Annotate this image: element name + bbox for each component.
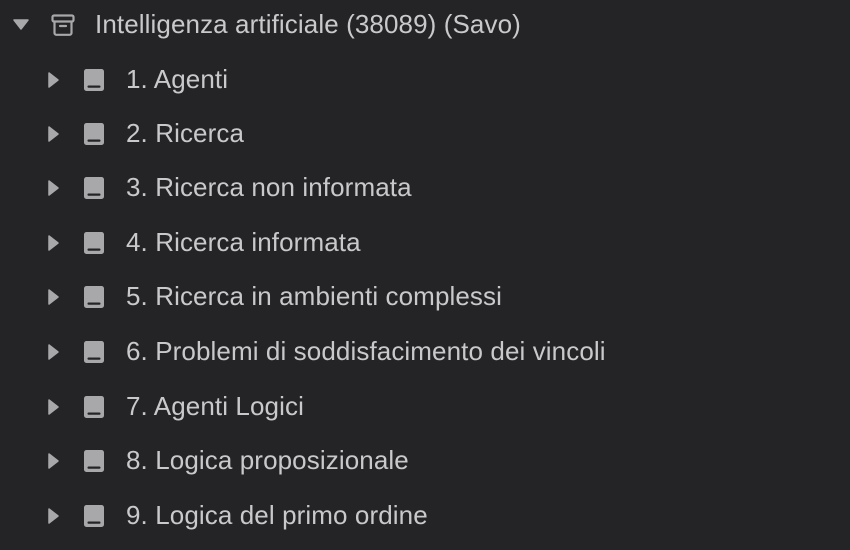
book-icon [81, 394, 107, 420]
tree-item-3[interactable]: 3. Ricerca non informata [0, 161, 850, 215]
book-icon [81, 230, 107, 256]
tree-item-1[interactable]: 1. Agenti [0, 53, 850, 107]
tree-item-9[interactable]: 9. Logica del primo ordine [0, 489, 850, 543]
chevron-right-icon[interactable] [43, 287, 63, 307]
tree-item-label: 2. Ricerca [126, 118, 245, 148]
tree-item-label: 7. Agenti Logici [126, 391, 304, 421]
tree-item-label: 8. Logica proposizionale [126, 445, 409, 475]
book-icon [81, 503, 107, 529]
tree-root-folder[interactable]: Intelligenza artificiale (38089) (Savo) [0, 0, 850, 54]
archive-icon [50, 12, 76, 38]
chevron-down-icon[interactable] [11, 14, 31, 34]
root-folder-label: Intelligenza artificiale (38089) (Savo) [95, 9, 521, 39]
chevron-right-icon[interactable] [43, 451, 63, 471]
tree-item-label: 6. Problemi di soddisfacimento dei vinco… [126, 336, 606, 366]
chevron-right-icon[interactable] [43, 124, 63, 144]
tree-item-7[interactable]: 7. Agenti Logici [0, 380, 850, 434]
book-icon [81, 121, 107, 147]
book-icon [81, 284, 107, 310]
tree-item-label: 3. Ricerca non informata [126, 172, 412, 202]
tree-item-6[interactable]: 6. Problemi di soddisfacimento dei vinco… [0, 325, 850, 379]
book-icon [81, 175, 107, 201]
folder-tree: Intelligenza artificiale (38089) (Savo) … [0, 0, 850, 550]
book-icon [81, 448, 107, 474]
tree-item-5[interactable]: 5. Ricerca in ambienti complessi [0, 270, 850, 324]
tree-item-4[interactable]: 4. Ricerca informata [0, 216, 850, 270]
chevron-right-icon[interactable] [43, 397, 63, 417]
tree-item-label: 4. Ricerca informata [126, 227, 361, 257]
chevron-right-icon[interactable] [43, 342, 63, 362]
tree-item-label: 1. Agenti [126, 64, 229, 94]
chevron-right-icon[interactable] [43, 178, 63, 198]
tree-item-8[interactable]: 8. Logica proposizionale [0, 434, 850, 488]
tree-item-label: 9. Logica del primo ordine [126, 500, 428, 530]
chevron-right-icon[interactable] [43, 233, 63, 253]
book-icon [81, 339, 107, 365]
book-icon [81, 67, 107, 93]
chevron-right-icon[interactable] [43, 70, 63, 90]
tree-item-label: 5. Ricerca in ambienti complessi [126, 281, 503, 311]
chevron-right-icon[interactable] [43, 506, 63, 526]
tree-item-2[interactable]: 2. Ricerca [0, 107, 850, 161]
